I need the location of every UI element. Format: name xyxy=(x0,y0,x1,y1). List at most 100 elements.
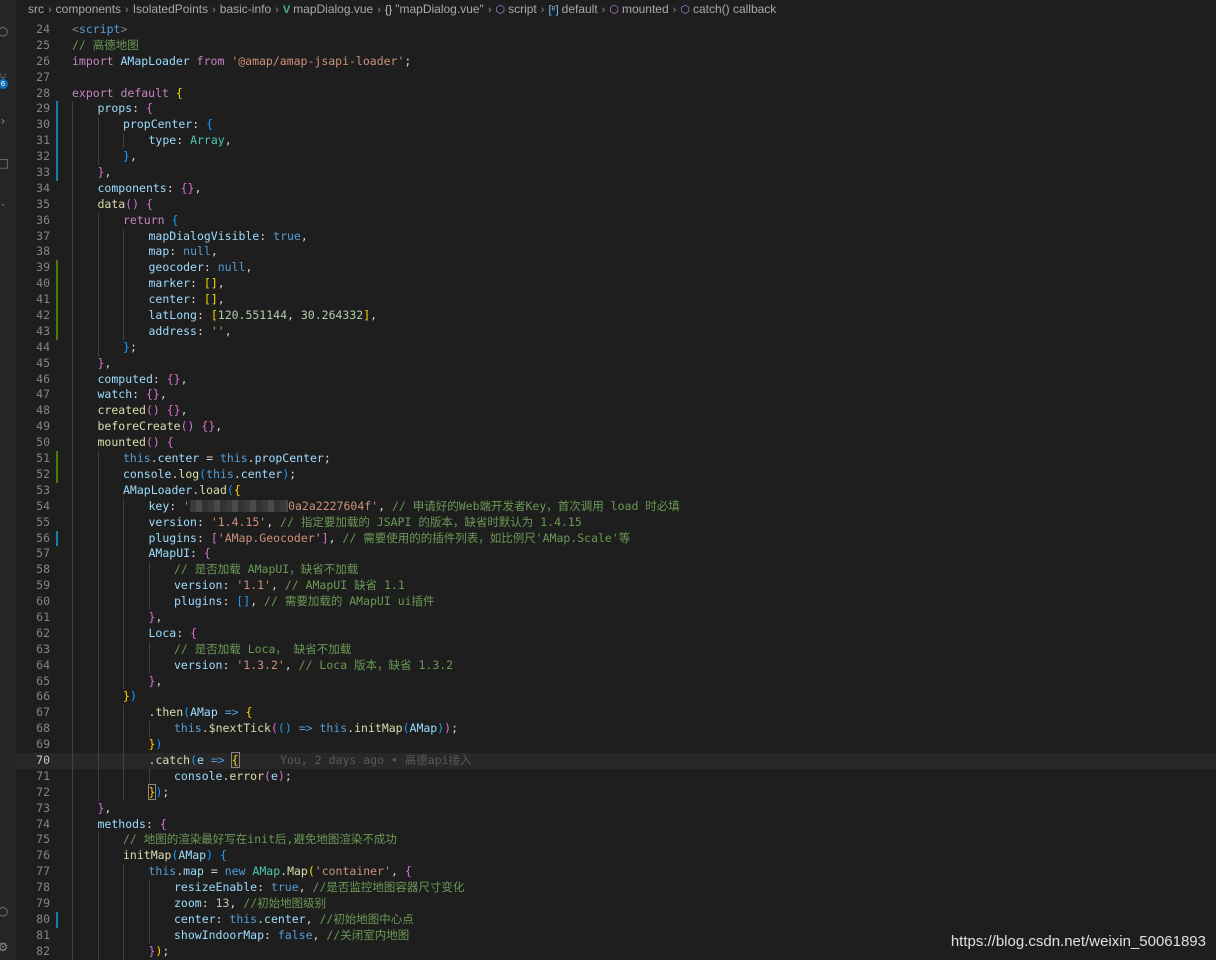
code-line[interactable]: 31 type: Array, xyxy=(16,133,1216,150)
code-line[interactable]: 34 components: {}, xyxy=(16,180,1216,197)
code-line[interactable]: 30 propCenter: { xyxy=(16,117,1216,134)
code-line[interactable]: 65}, xyxy=(16,673,1216,690)
indent-guide xyxy=(123,308,150,324)
code-line[interactable]: 69}) xyxy=(16,737,1216,753)
indent-guide xyxy=(72,435,99,452)
remote-icon[interactable]: · xyxy=(0,198,10,212)
code-line[interactable]: 26 import AMapLoader from '@amap/amap-jsa… xyxy=(16,54,1216,70)
code-line[interactable]: 70 .catch(e => { You, 2 days ago • 高德api接… xyxy=(16,751,1216,769)
code-line[interactable]: 37 mapDialogVisible: true, xyxy=(16,228,1216,245)
code-line[interactable]: 44}; xyxy=(16,339,1216,356)
code-line[interactable]: 32}, xyxy=(16,149,1216,166)
breadcrumb-item[interactable]: [ᵉ] default xyxy=(548,0,597,20)
code-line[interactable]: 75 // 地图的渲染最好写在init后,避免地图渲染不成功 xyxy=(16,832,1216,849)
git-modified-marker[interactable] xyxy=(56,530,58,547)
git-added-marker[interactable] xyxy=(56,260,58,277)
git-added-marker[interactable] xyxy=(56,292,58,309)
code-line[interactable]: 41 center: [], xyxy=(16,292,1216,309)
git-added-marker[interactable] xyxy=(56,308,58,324)
git-modified-marker[interactable] xyxy=(56,101,58,118)
code-line[interactable]: 57 AMapUI: { xyxy=(16,546,1216,563)
code-line[interactable]: 27 xyxy=(16,70,1216,86)
code-line[interactable]: 46 computed: {}, xyxy=(16,371,1216,388)
code-line[interactable]: 56 plugins: ['AMap.Geocoder'], // 需要使用的的插… xyxy=(16,530,1216,547)
git-added-marker[interactable] xyxy=(56,466,58,483)
code-line[interactable]: 25 // 高德地图 xyxy=(16,38,1216,54)
code-line[interactable]: 38 map: null, xyxy=(16,244,1216,261)
git-added-marker[interactable] xyxy=(56,451,58,467)
code-line[interactable]: 48 created() {}, xyxy=(16,403,1216,420)
code-line[interactable]: 29 props: { xyxy=(16,101,1216,118)
code-line[interactable]: 67 .then(AMap => { xyxy=(16,705,1216,722)
code-line[interactable]: 28 export default { xyxy=(16,86,1216,102)
breadcrumb-item[interactable]: basic-info xyxy=(220,0,271,19)
code-line[interactable]: 36 return { xyxy=(16,212,1216,229)
code-line[interactable]: 63 // 是否加载 Loca， 缺省不加载 xyxy=(16,641,1216,658)
code-line[interactable]: 80 center: this.center, //初始地图中心点 xyxy=(16,911,1216,928)
code-line[interactable]: 76 initMap(AMap) { xyxy=(16,848,1216,865)
code-line[interactable]: 54 key: ' 0a2a2227604f', // 申请好的Web端开发者Key… xyxy=(16,498,1216,515)
breadcrumb-item[interactable]: ⬡ mounted xyxy=(609,0,668,20)
code-line[interactable]: 62 Loca: { xyxy=(16,625,1216,642)
code-line[interactable]: 39 geocoder: null, xyxy=(16,260,1216,277)
git-modified-marker[interactable] xyxy=(56,117,58,134)
code-token: ( xyxy=(270,721,278,736)
git-modified-marker[interactable] xyxy=(56,165,58,181)
code-line[interactable]: 71 console.error(e); xyxy=(16,768,1216,785)
code-token: {} xyxy=(201,419,216,434)
code-line[interactable]: 72}); xyxy=(16,783,1216,801)
code-line[interactable]: 51 this.center = this.propCenter; xyxy=(16,451,1216,467)
extensions-icon[interactable]: □ xyxy=(0,156,10,170)
breadcrumb-item[interactable]: VmapDialog.vue xyxy=(283,0,373,20)
code-line[interactable]: 35 data() { xyxy=(16,196,1216,213)
code-line[interactable]: 53 AMapLoader.load({ xyxy=(16,482,1216,499)
code-line[interactable]: 55 version: '1.4.15', // 指定要加载的 JSAPI 的版本… xyxy=(16,514,1216,531)
code-line[interactable]: 49 beforeCreate() {}, xyxy=(16,419,1216,436)
git-added-marker[interactable] xyxy=(56,323,58,340)
code-line[interactable]: 79 zoom: 13, //初始地图级别 xyxy=(16,895,1216,912)
breadcrumb-item[interactable]: {} "mapDialog.vue" xyxy=(385,0,484,20)
code-line[interactable]: 61}, xyxy=(16,609,1216,626)
breadcrumb-item[interactable]: ⬡ script xyxy=(495,0,536,20)
code-editor[interactable]: 24 <script> 25// 高德地图 26 import AMapLoader f… xyxy=(16,22,1216,960)
run-debug-icon[interactable]: › xyxy=(0,114,10,128)
settings-gear-icon[interactable]: ⚙ xyxy=(0,940,10,954)
code-line[interactable]: 73}, xyxy=(16,800,1216,817)
line-number: 68 xyxy=(36,721,50,736)
code-line[interactable]: 52 console.log(this.center); xyxy=(16,466,1216,483)
code-token: center xyxy=(157,451,200,466)
git-modified-marker[interactable] xyxy=(56,149,58,166)
breadcrumb-item[interactable]: src xyxy=(28,0,44,19)
code-line[interactable]: 43 address: '', xyxy=(16,323,1216,340)
code-line[interactable]: 78 resizeEnable: true, //是否监控地图容器尺寸变化 xyxy=(16,880,1216,896)
code-line[interactable]: 33}, xyxy=(16,165,1216,181)
code-line[interactable]: 50 mounted() { xyxy=(16,435,1216,452)
code-line[interactable]: 77 this.map = new AMap.Map('container', { xyxy=(16,864,1216,881)
account-icon[interactable]: ○ xyxy=(0,904,10,918)
code-token: // 申请好的Web端开发者Key，首次调用 load 时必填 xyxy=(391,498,680,513)
git-added-marker[interactable] xyxy=(56,276,58,293)
git-modified-marker[interactable] xyxy=(56,911,58,928)
code-line[interactable]: 59 version: '1.1', // AMapUI 缺省 1.1 xyxy=(16,578,1216,595)
git-modified-marker[interactable] xyxy=(56,133,58,150)
code-line[interactable]: 42 latLong: [120.551144, 30.264332], xyxy=(16,308,1216,324)
code-line[interactable]: 66}) xyxy=(16,689,1216,706)
code-token: , xyxy=(250,594,265,609)
code-line[interactable]: 60 plugins: [], // 需要加载的 AMapUI ui插件 xyxy=(16,594,1216,610)
code-line[interactable]: 47 watch: {}, xyxy=(16,387,1216,404)
breadcrumb-item[interactable]: IsolatedPoints xyxy=(133,0,208,19)
code-line[interactable]: 68 this.$nextTick(() => this.initMap(AMap… xyxy=(16,721,1216,738)
code-text: computed: {}, xyxy=(98,372,188,388)
code-line[interactable]: 64 version: '1.3.2', // Loca 版本，缺省 1.3.2 xyxy=(16,657,1216,674)
indent-guide xyxy=(97,578,125,595)
code-line[interactable]: 40 marker: [], xyxy=(16,276,1216,293)
code-line[interactable]: 58 // 是否加载 AMapUI，缺省不加载 xyxy=(16,562,1216,579)
line-number: 39 xyxy=(36,260,50,275)
code-token: , xyxy=(328,530,343,545)
code-line[interactable]: 45}, xyxy=(16,355,1216,372)
breadcrumb-item[interactable]: components xyxy=(56,0,121,19)
breadcrumb-item[interactable]: ⬡ catch() callback xyxy=(680,0,776,20)
code-line[interactable]: 74 methods: { xyxy=(16,816,1216,833)
explorer-icon[interactable]: ○ xyxy=(0,24,10,38)
code-line[interactable]: 24 <script> xyxy=(16,22,1216,38)
